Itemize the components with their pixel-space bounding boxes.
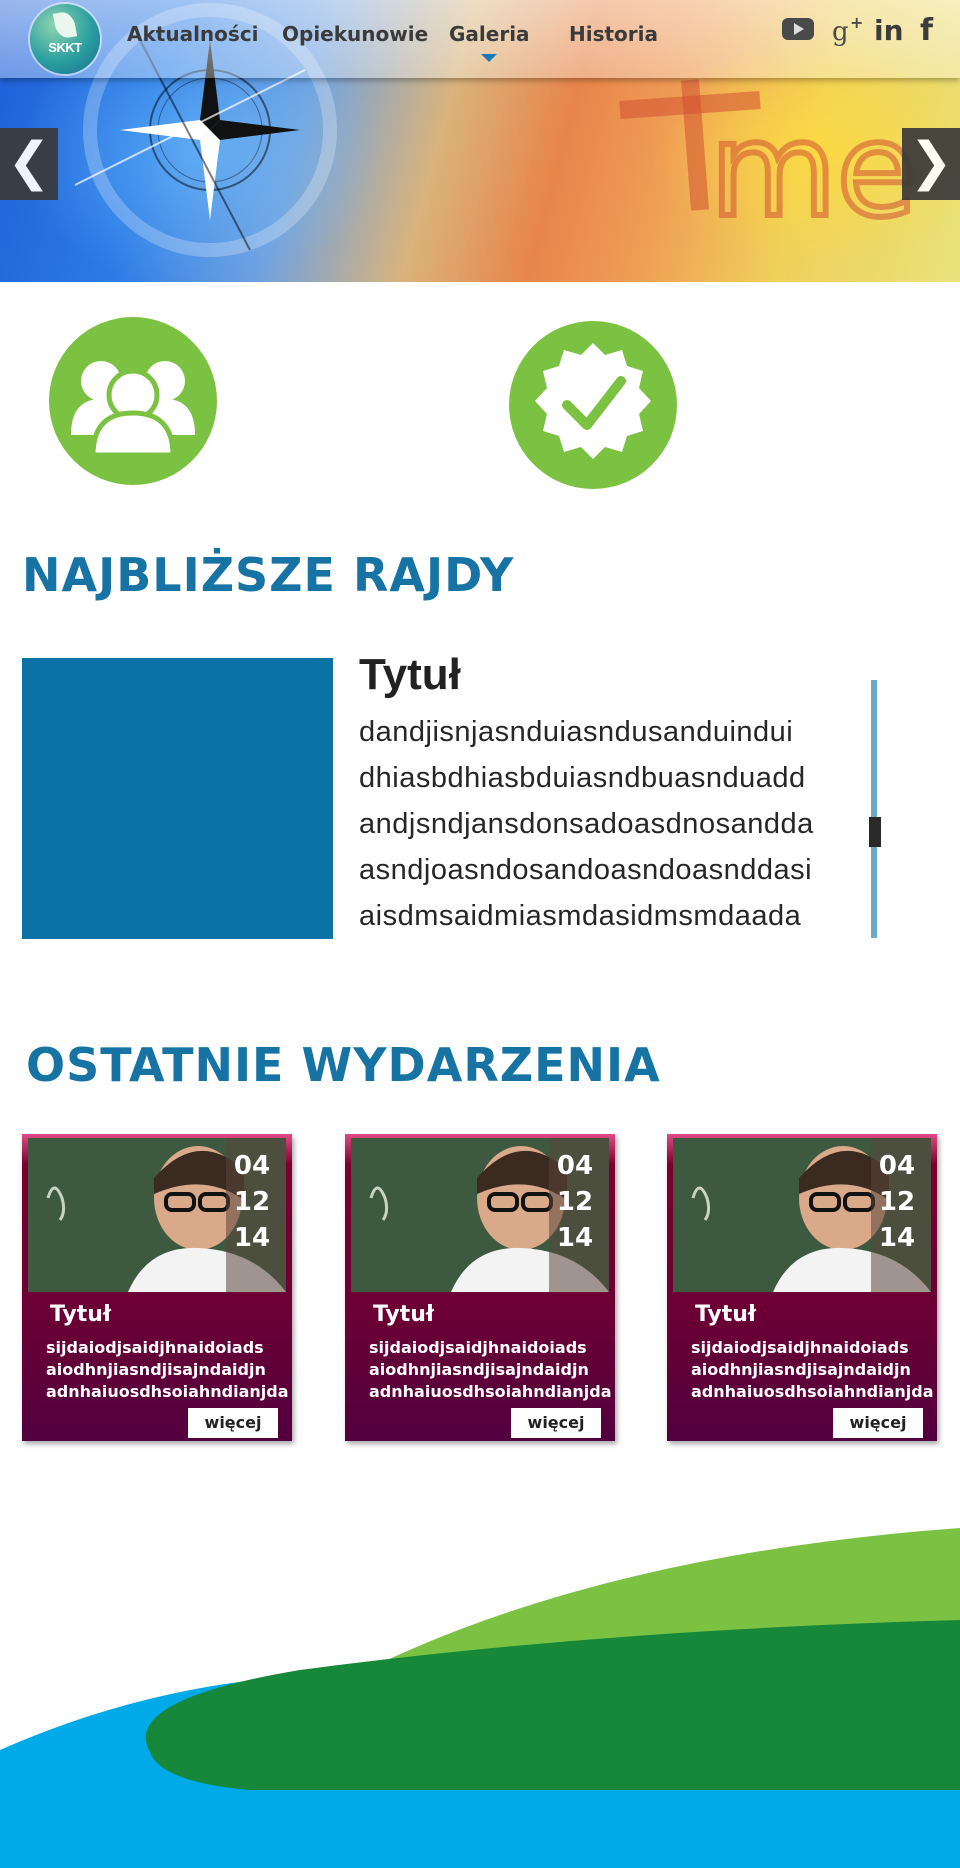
rally-text-line: asndjoasndosandoasndoasnddasi: [359, 854, 813, 886]
svg-text:f: f: [920, 13, 934, 46]
event-text-line: aiodhnjiasndjisajndaidjn: [369, 1360, 589, 1379]
event-date-day: 04: [233, 1151, 271, 1181]
event-date: 04 12 14: [232, 1148, 272, 1256]
event-title: Tytuł: [695, 1302, 757, 1327]
event-photo: 04 12 14: [28, 1138, 286, 1292]
event-date-year: 14: [878, 1223, 916, 1253]
logo-text: SKKT: [48, 40, 82, 55]
event-date-day: 04: [556, 1151, 594, 1181]
event-date: 04 12 14: [877, 1148, 917, 1256]
nav-item-opiekunowie[interactable]: Opiekunowie: [282, 22, 428, 52]
skkt-logo[interactable]: SKKT: [30, 4, 100, 74]
upcoming-rallies-heading: NAJBLIŻSZE RAJDY: [22, 548, 515, 602]
event-text-line: adnhaiuosdhsoiahndianjda: [369, 1382, 612, 1401]
linkedin-icon[interactable]: in: [872, 10, 908, 47]
event-text-line: adnhaiuosdhsoiahndianjda: [691, 1382, 934, 1401]
event-title: Tytuł: [50, 1302, 112, 1327]
event-date-month: 12: [878, 1187, 916, 1217]
leaf-icon: [52, 10, 78, 40]
rally-image-placeholder[interactable]: [22, 658, 333, 939]
event-text-line: sijdaiodjsaidjhnaidoiads: [369, 1338, 587, 1357]
svg-text:g: g: [832, 17, 849, 46]
footer-waves-decoration: [0, 1528, 960, 1868]
hero-banner: me SKKT Aktualności Opiekunowie Galeria …: [0, 0, 960, 282]
rally-text-line: dandjisnjasnduiasndusanduindui: [359, 716, 794, 748]
rally-title: Tytuł: [359, 650, 461, 699]
nav-item-historia[interactable]: Historia: [569, 22, 658, 52]
rally-text-line: dhiasbdhiasbduiasndbuasnduadd: [359, 762, 806, 794]
event-text-line: sijdaiodjsaidjhnaidoiads: [46, 1338, 264, 1357]
event-date-year: 14: [556, 1223, 594, 1253]
more-button[interactable]: więcej: [188, 1408, 278, 1438]
google-plus-icon[interactable]: g +: [830, 10, 866, 47]
event-text-line: aiodhnjiasndjisajndaidjn: [691, 1360, 911, 1379]
rally-text-line: andjsndjansdonsadoasdnosandda: [359, 808, 814, 840]
badge-check-icon[interactable]: [509, 321, 677, 489]
event-date: 04 12 14: [555, 1148, 595, 1256]
slider-prev-button[interactable]: ❮: [0, 128, 58, 200]
event-text-line: sijdaiodjsaidjhnaidoiads: [691, 1338, 909, 1357]
nav-item-aktualnosci[interactable]: Aktualności: [127, 22, 259, 52]
more-button[interactable]: więcej: [511, 1408, 601, 1438]
event-card[interactable]: 04 12 14 Tytuł sijdaiodjsaidjhnaidoiads …: [345, 1134, 615, 1441]
event-title: Tytuł: [373, 1302, 435, 1327]
event-card[interactable]: 04 12 14 Tytuł sijdaiodjsaidjhnaidoiads …: [22, 1134, 292, 1441]
users-icon[interactable]: [49, 317, 217, 485]
top-navigation-bar: SKKT Aktualności Opiekunowie Galeria His…: [0, 0, 960, 78]
nav-item-galeria[interactable]: Galeria: [449, 22, 530, 62]
event-date-month: 12: [233, 1187, 271, 1217]
event-date-day: 04: [878, 1151, 916, 1181]
event-card[interactable]: 04 12 14 Tytuł sijdaiodjsaidjhnaidoiads …: [667, 1134, 937, 1441]
facebook-icon[interactable]: f: [914, 10, 950, 48]
svg-text:me: me: [710, 94, 917, 246]
rally-scrollbar-track[interactable]: [871, 680, 877, 938]
rally-text-line: aisdmsaidmiasmdasidmsmdaada: [359, 900, 802, 932]
event-date-month: 12: [556, 1187, 594, 1217]
event-photo: 04 12 14: [673, 1138, 931, 1292]
event-text-line: aiodhnjiasndjisajndaidjn: [46, 1360, 266, 1379]
svg-text:+: +: [850, 13, 863, 32]
event-date-year: 14: [233, 1223, 271, 1253]
event-photo: 04 12 14: [351, 1138, 609, 1292]
more-button[interactable]: więcej: [833, 1408, 923, 1438]
rally-scrollbar-thumb[interactable]: [869, 817, 881, 847]
svg-text:in: in: [874, 14, 904, 46]
event-text-line: adnhaiuosdhsoiahndianjda: [46, 1382, 289, 1401]
youtube-icon[interactable]: [780, 10, 816, 46]
slider-next-button[interactable]: ❯: [902, 128, 960, 200]
recent-events-heading: OSTATNIE WYDARZENIA: [26, 1038, 661, 1092]
